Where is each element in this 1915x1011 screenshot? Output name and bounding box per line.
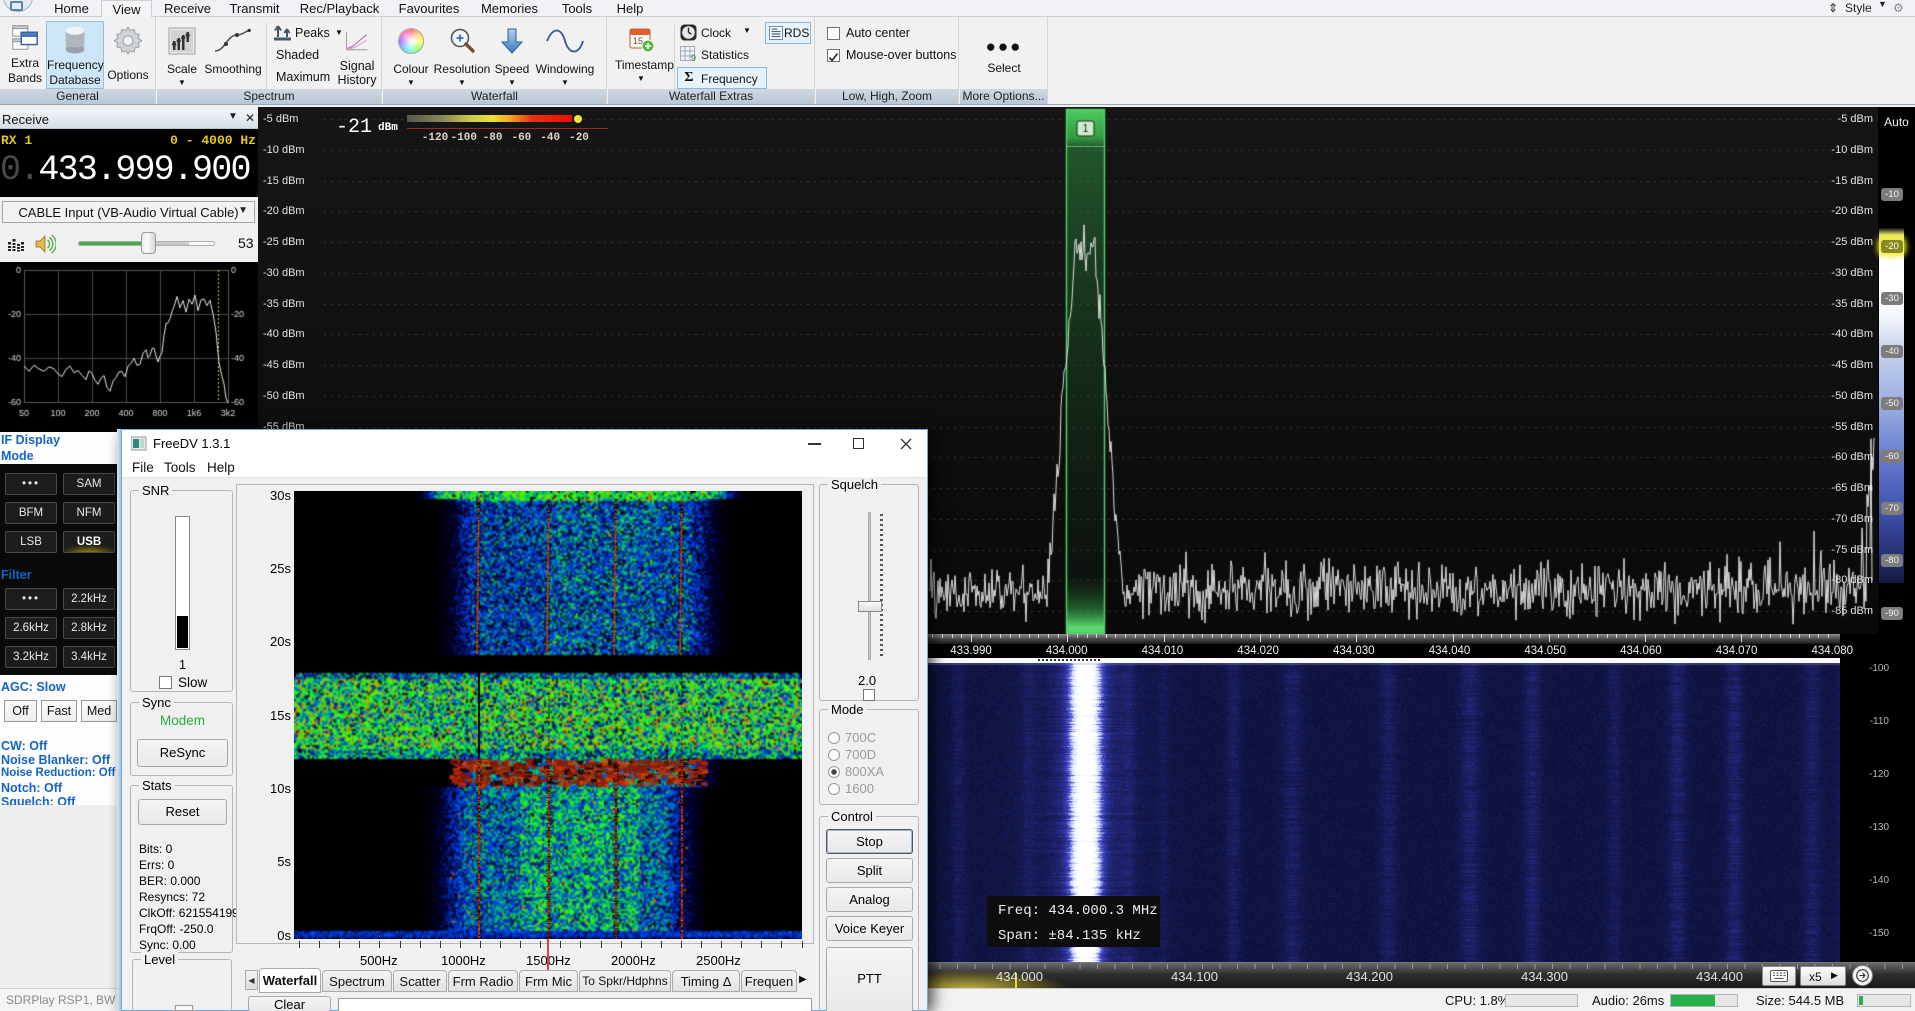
svg-text:9: 9 xyxy=(691,53,696,63)
svg-text:15: 15 xyxy=(633,36,643,46)
